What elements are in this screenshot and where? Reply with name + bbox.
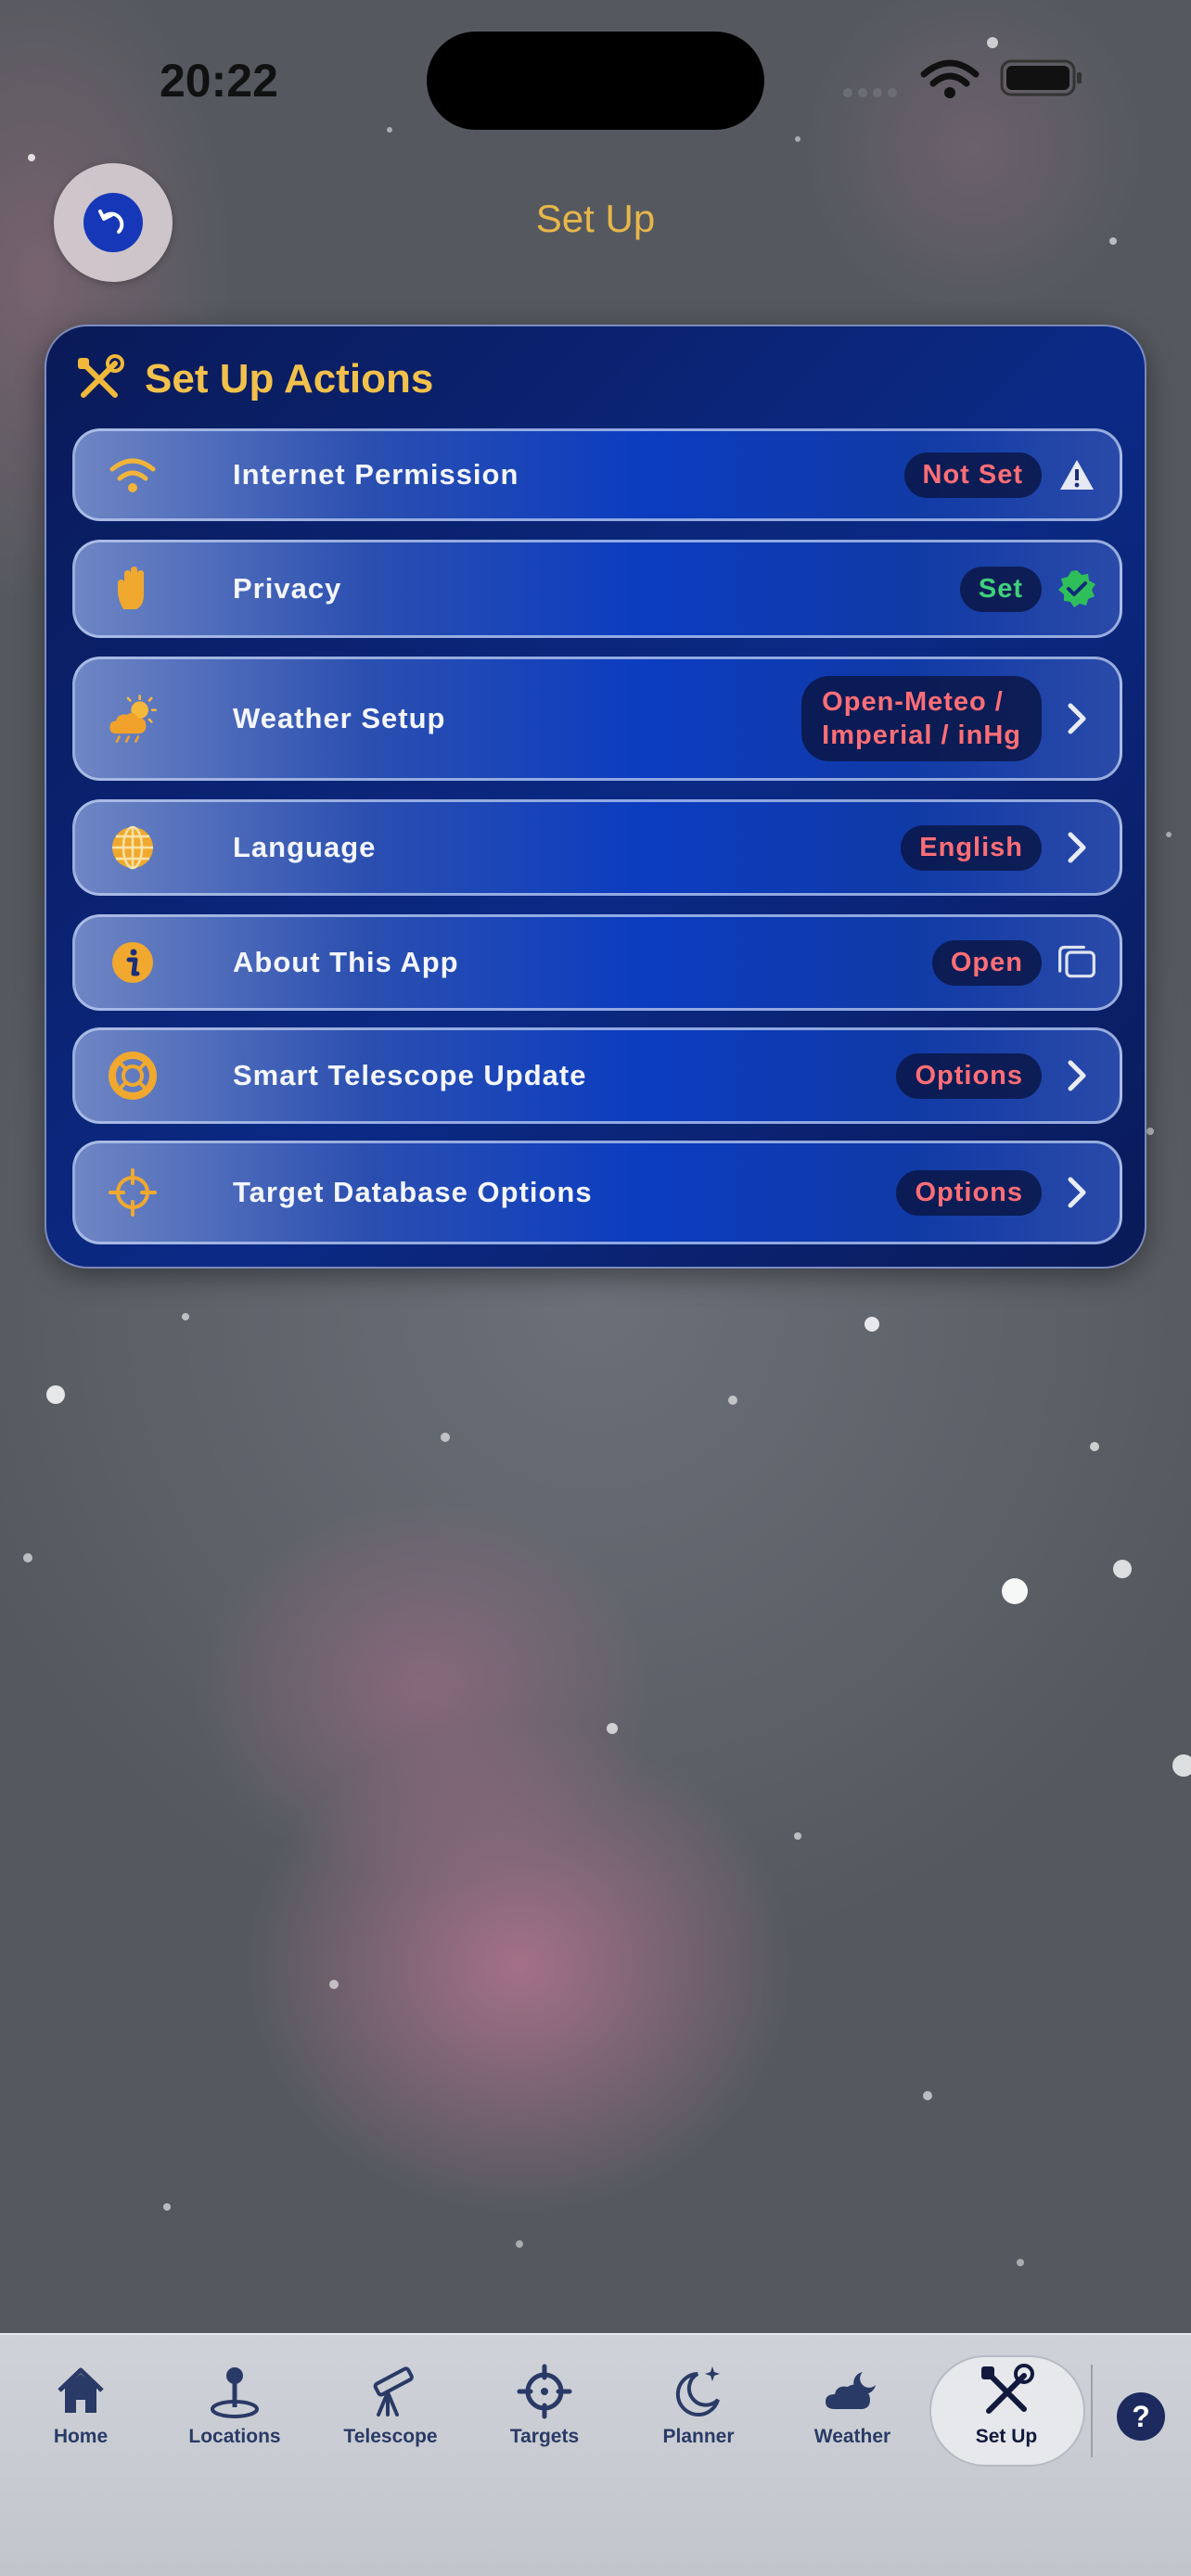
row-value-line1: Open-Meteo / [822, 687, 1004, 717]
row-target-database-options[interactable]: Target Database Options Options [72, 1141, 1122, 1244]
setup-actions-card: Set Up Actions Internet Permission Not S… [45, 325, 1146, 1269]
row-value: English [901, 824, 1042, 871]
map-pin-icon [211, 2367, 259, 2418]
row-value: Options [896, 1169, 1042, 1216]
row-language[interactable]: Language English [72, 799, 1122, 896]
row-value: Open-Meteo / Imperial / inHg [801, 676, 1042, 761]
tab-bar: Home Locations Telescope Targets Planner… [0, 2333, 1191, 2576]
tab-label: Set Up [975, 2426, 1038, 2447]
row-value: Open [931, 939, 1042, 986]
card-header: Set Up Actions [74, 354, 433, 404]
cloud-moon-icon [826, 2372, 876, 2409]
tools-icon [78, 354, 124, 398]
tab-planner[interactable]: Planner [629, 2363, 768, 2474]
help-button[interactable]: ? [1117, 2392, 1165, 2441]
dynamic-island [427, 32, 764, 130]
row-value: Options [896, 1052, 1042, 1099]
telescope-icon [373, 2366, 414, 2417]
lifebuoy-icon [107, 1050, 159, 1102]
tab-weather[interactable]: Weather [783, 2363, 922, 2474]
signal-icon [843, 88, 897, 97]
row-label: Smart Telescope Update [233, 1059, 587, 1091]
row-label: Privacy [233, 572, 342, 605]
tab-locations[interactable]: Locations [165, 2363, 304, 2474]
tab-label: Locations [188, 2426, 281, 2447]
row-privacy[interactable]: Privacy Set [72, 540, 1122, 638]
chevron-right-icon [1057, 1055, 1097, 1096]
tab-targets[interactable]: Targets [475, 2363, 614, 2474]
status-time: 20:22 [160, 55, 278, 107]
row-label: Target Database Options [233, 1176, 593, 1208]
tab-home[interactable]: Home [11, 2363, 150, 2474]
chevron-right-icon [1057, 1172, 1097, 1213]
row-label: Weather Setup [233, 702, 446, 734]
crosshair-icon [517, 2364, 572, 2419]
house-icon [58, 2367, 104, 2413]
status-indicators [843, 59, 1082, 98]
battery-icon [1000, 59, 1082, 96]
tab-label: Home [53, 2426, 109, 2447]
windows-icon [1057, 942, 1097, 983]
moon-stars-icon [675, 2366, 720, 2417]
row-internet-permission[interactable]: Internet Permission Not Set [72, 428, 1122, 521]
tab-label: Telescope [343, 2426, 438, 2447]
row-value-line2: Imperial / inHg [822, 721, 1021, 750]
row-label: About This App [233, 946, 459, 978]
row-label: Language [233, 831, 377, 863]
verified-check-icon [1057, 568, 1097, 609]
tab-divider [1091, 2365, 1093, 2457]
tools-icon [981, 2364, 1034, 2414]
hand-icon [107, 563, 159, 615]
row-label: Internet Permission [233, 458, 519, 491]
tab-telescope[interactable]: Telescope [321, 2363, 460, 2474]
tab-label: Weather [813, 2426, 891, 2447]
globe-icon [107, 822, 159, 874]
page-title: Set Up [535, 197, 656, 240]
sun-cloud-icon [107, 693, 159, 745]
wifi-icon [107, 449, 159, 501]
info-icon [107, 937, 159, 988]
tab-label: Targets [509, 2426, 580, 2447]
tab-label: Planner [662, 2426, 735, 2447]
row-about-this-app[interactable]: About This App Open [72, 914, 1122, 1011]
warning-icon [1057, 454, 1097, 495]
tab-set-up[interactable]: Set Up [937, 2363, 1076, 2474]
crosshair-icon [107, 1167, 159, 1218]
row-value: Not Set [903, 452, 1042, 498]
row-value: Set [959, 566, 1042, 612]
row-weather-setup[interactable]: Weather Setup Open-Meteo / Imperial / in… [72, 657, 1122, 781]
chevron-right-icon [1057, 827, 1097, 868]
row-smart-telescope-update[interactable]: Smart Telescope Update Options [72, 1027, 1122, 1124]
wifi-status-icon [920, 59, 980, 87]
chevron-right-icon [1057, 698, 1097, 739]
card-title: Set Up Actions [145, 356, 434, 402]
